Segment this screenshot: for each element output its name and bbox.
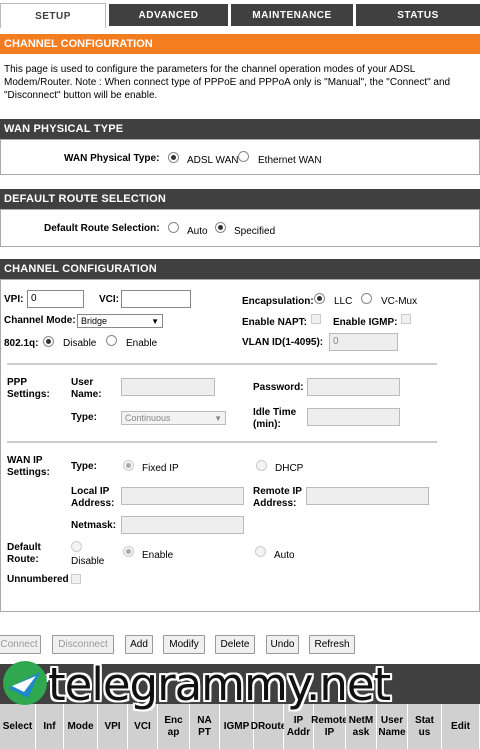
- ppp-settings-label: PPP Settings:: [7, 377, 50, 400]
- encapsulation-label: Encapsulation:: [242, 296, 314, 307]
- default-route-section: Default Route Selection: Auto Specified: [0, 209, 480, 247]
- encap-llc-label: LLC: [334, 296, 353, 307]
- divider: [7, 363, 437, 365]
- vlan-id-label: VLAN ID(1-4095):: [242, 337, 324, 348]
- enable-igmp-label: Enable IGMP:: [333, 317, 398, 328]
- connect-button[interactable]: Connect: [0, 635, 41, 654]
- default-route-label: Default Route Selection:: [44, 223, 160, 234]
- dot1q-disable-radio[interactable]: [43, 336, 54, 347]
- refresh-button[interactable]: Refresh: [309, 635, 355, 654]
- col-status: Status: [408, 704, 442, 749]
- wan-physical-type-label: WAN Physical Type:: [64, 153, 160, 164]
- route-specified-label: Specified: [234, 226, 276, 237]
- fixed-ip-label: Fixed IP: [142, 463, 179, 474]
- tab-status[interactable]: STATUS: [356, 4, 480, 26]
- route-auto-opt-label: Auto: [274, 550, 295, 561]
- enable-napt-label: Enable NAPT:: [242, 317, 308, 328]
- ppp-type-label: Type:: [71, 412, 97, 423]
- tab-advanced[interactable]: ADVANCED: [109, 4, 228, 26]
- dot1q-enable-label: Enable: [126, 338, 158, 349]
- adsl-wan-radio[interactable]: [168, 152, 179, 163]
- wan-ip-settings-label: WAN IP Settings:: [7, 455, 50, 478]
- watermark-logo-icon: [3, 661, 47, 705]
- disconnect-button[interactable]: Disconnect: [52, 635, 114, 654]
- dot1q-enable-radio[interactable]: [106, 335, 117, 346]
- ppp-idle-label: Idle Time (min):: [253, 407, 297, 430]
- ppp-type-select[interactable]: Continuous ▼: [121, 411, 226, 425]
- route-auto-label: Auto: [187, 226, 208, 237]
- chevron-down-icon: ▼: [151, 317, 159, 326]
- vpi-label: VPI:: [4, 294, 24, 305]
- channel-mode-value: Bridge: [81, 316, 108, 326]
- modify-button[interactable]: Modify: [163, 635, 205, 654]
- local-ip-input[interactable]: [121, 487, 244, 505]
- enable-napt-checkbox[interactable]: [311, 314, 321, 324]
- wan-physical-type-section: WAN Physical Type: ADSL WAN Ethernet WAN: [0, 139, 480, 175]
- delete-button[interactable]: Delete: [215, 635, 255, 654]
- channel-mode-select[interactable]: Bridge ▼: [77, 314, 163, 328]
- page-title: CHANNEL CONFIGURATION: [0, 34, 480, 54]
- remote-ip-label: Remote IP Address:: [253, 486, 302, 509]
- netmask-input[interactable]: [121, 516, 244, 534]
- intro-text: This page is used to configure the param…: [4, 64, 451, 101]
- encap-vcmux-label: VC-Mux: [381, 296, 418, 307]
- route-disable-radio[interactable]: [71, 541, 82, 552]
- adsl-wan-label: ADSL WAN: [187, 155, 239, 166]
- route-auto-radio[interactable]: [168, 222, 179, 233]
- tab-setup[interactable]: SETUP: [0, 3, 106, 28]
- undo-button[interactable]: Undo: [266, 635, 299, 654]
- dot1q-disable-label: Disable: [63, 338, 97, 349]
- vlan-id-input[interactable]: 0: [329, 333, 398, 351]
- encap-llc-radio[interactable]: [314, 293, 325, 304]
- route-enable-label: Enable: [142, 550, 174, 561]
- default-route-header: DEFAULT ROUTE SELECTION: [0, 189, 480, 209]
- watermark-text: telegrammy.net: [48, 658, 391, 711]
- vpi-input[interactable]: 0: [27, 290, 84, 308]
- fixed-ip-radio[interactable]: [123, 460, 134, 471]
- route-enable-radio[interactable]: [123, 546, 134, 557]
- vci-input[interactable]: [121, 290, 191, 308]
- dhcp-radio[interactable]: [256, 460, 267, 471]
- unnumbered-label: Unnumbered: [7, 574, 69, 585]
- dot1q-label: 802.1q:: [4, 338, 39, 349]
- enable-igmp-checkbox[interactable]: [401, 314, 411, 324]
- ppp-user-label: User Name:: [71, 377, 102, 400]
- ppp-idle-input[interactable]: [307, 408, 400, 426]
- encap-vcmux-radio[interactable]: [361, 293, 372, 304]
- channel-mode-label: Channel Mode:: [4, 315, 76, 326]
- col-edit: Edit: [442, 704, 480, 749]
- ppp-type-value: Continuous: [125, 413, 171, 423]
- wan-physical-type-header: WAN PHYSICAL TYPE: [0, 119, 480, 139]
- add-button[interactable]: Add: [125, 635, 153, 654]
- ppp-password-label: Password:: [253, 382, 304, 393]
- vci-label: VCI:: [99, 294, 119, 305]
- top-tabs: SETUP ADVANCED MAINTENANCE STATUS: [0, 0, 480, 28]
- default-route-opt-label: Default Route:: [7, 542, 41, 565]
- remote-ip-input[interactable]: [306, 487, 429, 505]
- ethernet-wan-radio[interactable]: [238, 151, 249, 162]
- wan-ip-type-label: Type:: [71, 461, 97, 472]
- ppp-password-input[interactable]: [307, 378, 400, 396]
- chevron-down-icon: ▼: [214, 414, 222, 423]
- divider: [7, 441, 437, 443]
- unnumbered-checkbox[interactable]: [71, 574, 81, 584]
- tab-maintenance[interactable]: MAINTENANCE: [231, 4, 353, 26]
- channel-config-section: VPI: 0 VCI: Encapsulation: LLC VC-Mux Ch…: [0, 279, 480, 612]
- ppp-username-input[interactable]: [121, 378, 215, 396]
- ethernet-wan-label: Ethernet WAN: [258, 155, 322, 166]
- dhcp-label: DHCP: [275, 463, 304, 474]
- route-auto-opt-radio[interactable]: [255, 546, 266, 557]
- channel-config-header: CHANNEL CONFIGURATION: [0, 259, 480, 279]
- local-ip-label: Local IP Address:: [71, 486, 115, 509]
- netmask-label: Netmask:: [71, 520, 117, 531]
- col-select: Select: [0, 704, 36, 749]
- route-disable-label: Disable: [71, 556, 105, 567]
- route-specified-radio[interactable]: [215, 222, 226, 233]
